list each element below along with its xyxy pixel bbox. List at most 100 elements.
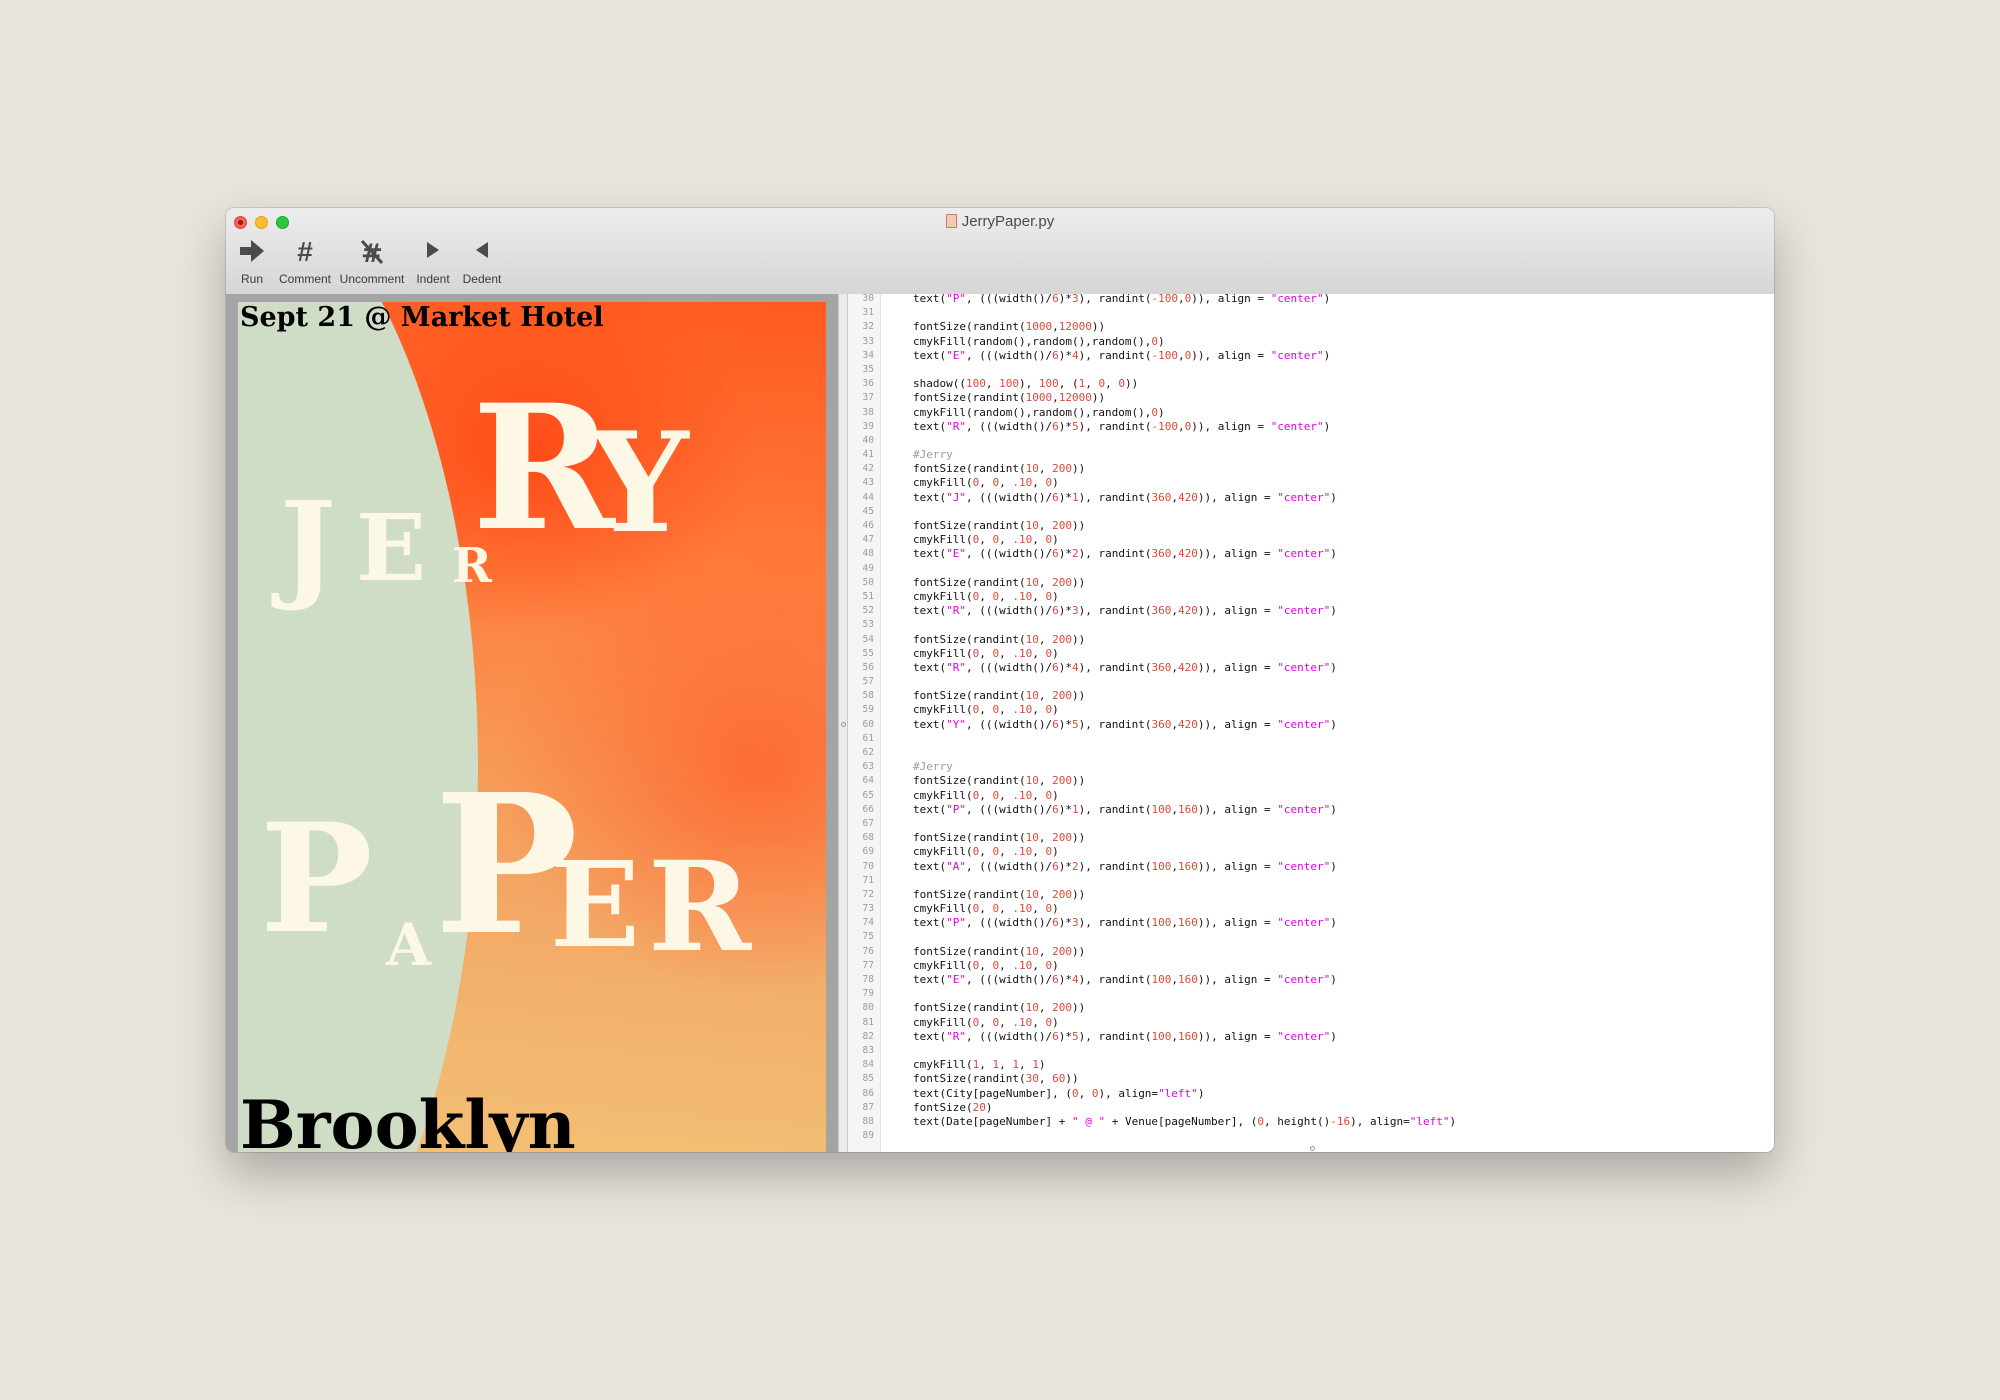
letter-y: Y (590, 401, 689, 564)
code-text: cmykFill(0, 0, .10, 0) (913, 1015, 1059, 1029)
code-text: fontSize(randint(10, 200)) (913, 632, 1086, 646)
code-line[interactable]: 70 text("A", (((width()/6)*2), randint(10… (848, 860, 1774, 874)
code-line[interactable]: 83 (848, 1044, 1774, 1058)
code-line[interactable]: 43 cmykFill(0, 0, .10, 0) (848, 476, 1774, 490)
code-line[interactable]: 85 fontSize(randint(30, 60)) (848, 1072, 1774, 1086)
line-number: 56 (862, 661, 874, 673)
code-line[interactable]: 62 (848, 746, 1774, 760)
code-line[interactable]: 39 text("R", (((width()/6)*5), randint(-1… (848, 420, 1774, 434)
code-line[interactable]: 34 text("E", (((width()/6)*4), randint(-1… (848, 349, 1774, 363)
bottom-split-grip-icon[interactable] (1310, 1146, 1315, 1151)
line-number: 38 (862, 406, 874, 418)
code-line[interactable]: 78 text("E", (((width()/6)*4), randint(10… (848, 973, 1774, 987)
code-line[interactable]: 84 cmykFill(1, 1, 1, 1) (848, 1058, 1774, 1072)
code-line[interactable]: 58 fontSize(randint(10, 200)) (848, 689, 1774, 703)
code-line[interactable]: 72 fontSize(randint(10, 200)) (848, 888, 1774, 902)
code-text: fontSize(randint(10, 200)) (913, 462, 1086, 476)
code-line[interactable]: 42 fontSize(randint(10, 200)) (848, 462, 1774, 476)
code-line[interactable]: 49 (848, 562, 1774, 576)
line-number: 31 (862, 307, 874, 319)
line-number: 51 (862, 590, 874, 602)
line-number: 72 (862, 888, 874, 900)
code-line[interactable]: 82 text("R", (((width()/6)*5), randint(10… (848, 1030, 1774, 1044)
letter-e-right: E (550, 835, 640, 974)
code-text: text("E", (((width()/6)*4), randint(-100… (913, 348, 1331, 362)
code-line[interactable]: 88 text(Date[pageNumber] + " @ " + Venue[… (848, 1115, 1774, 1129)
code-line[interactable]: 77 cmykFill(0, 0, .10, 0) (848, 959, 1774, 973)
code-line[interactable]: 41 #Jerry (848, 448, 1774, 462)
code-line[interactable]: 73 cmykFill(0, 0, .10, 0) (848, 902, 1774, 916)
code-line[interactable]: 54 fontSize(randint(10, 200)) (848, 633, 1774, 647)
code-line[interactable]: 56 text("R", (((width()/6)*4), randint(36… (848, 661, 1774, 675)
run-arrow-icon (234, 238, 270, 266)
line-number: 42 (862, 463, 874, 475)
code-text: cmykFill(0, 0, .10, 0) (913, 646, 1059, 660)
code-line[interactable]: 55 cmykFill(0, 0, .10, 0) (848, 647, 1774, 661)
line-number: 83 (862, 1044, 874, 1056)
run-button[interactable]: Run (234, 238, 270, 286)
line-number: 78 (862, 974, 874, 985)
line-number: 73 (862, 903, 874, 915)
code-line[interactable]: 37 fontSize(randint(1000,12000)) (848, 391, 1774, 405)
line-number: 50 (862, 576, 874, 588)
code-line[interactable]: 57 (848, 675, 1774, 689)
code-text: cmykFill(0, 0, .10, 0) (913, 533, 1059, 547)
code-line[interactable]: 68 fontSize(randint(10, 200)) (848, 831, 1774, 845)
dedent-button[interactable]: Dedent (458, 238, 506, 286)
code-line[interactable]: 45 (848, 505, 1774, 519)
code-line[interactable]: 60 text("Y", (((width()/6)*5), randint(36… (848, 718, 1774, 732)
code-line[interactable]: 74 text("P", (((width()/6)*3), randint(10… (848, 916, 1774, 930)
code-line[interactable]: 31 (848, 306, 1774, 320)
code-line[interactable]: 32 fontSize(randint(1000,12000)) (848, 320, 1774, 334)
code-line[interactable]: 40 (848, 434, 1774, 448)
code-line[interactable]: 81 cmykFill(0, 0, .10, 0) (848, 1016, 1774, 1030)
code-line[interactable]: 47 cmykFill(0, 0, .10, 0) (848, 533, 1774, 547)
code-lines: 30 text("P", (((width()/6)*3), randint(-1… (848, 294, 1774, 1143)
code-line[interactable]: 38 cmykFill(random(),random(),random(),0) (848, 406, 1774, 420)
code-line[interactable]: 63 #Jerry (848, 760, 1774, 774)
code-line[interactable]: 51 cmykFill(0, 0, .10, 0) (848, 590, 1774, 604)
indent-button[interactable]: Indent (412, 238, 454, 286)
line-number: 63 (862, 761, 874, 773)
code-line[interactable]: 64 fontSize(randint(10, 200)) (848, 774, 1774, 788)
code-line[interactable]: 67 (848, 817, 1774, 831)
code-line[interactable]: 48 text("E", (((width()/6)*2), randint(36… (848, 547, 1774, 561)
code-line[interactable]: 75 (848, 930, 1774, 944)
line-number: 59 (862, 704, 874, 716)
code-line[interactable]: 53 (848, 618, 1774, 632)
code-line[interactable]: 36 shadow((100, 100), 100, (1, 0, 0)) (848, 377, 1774, 391)
code-text: text("A", (((width()/6)*2), randint(100,… (913, 859, 1337, 873)
code-text: text("Y", (((width()/6)*5), randint(360,… (913, 717, 1337, 731)
code-line[interactable]: 76 fontSize(randint(10, 200)) (848, 945, 1774, 959)
code-line[interactable]: 71 (848, 874, 1774, 888)
code-line[interactable]: 86 text(City[pageNumber], (0, 0), align="… (848, 1087, 1774, 1101)
code-line[interactable]: 69 cmykFill(0, 0, .10, 0) (848, 845, 1774, 859)
code-line[interactable]: 89 (848, 1129, 1774, 1143)
comment-button[interactable]: # Comment (276, 238, 334, 287)
code-line[interactable]: 61 (848, 732, 1774, 746)
code-line[interactable]: 79 (848, 987, 1774, 1001)
code-line[interactable]: 66 text("P", (((width()/6)*1), randint(10… (848, 803, 1774, 817)
code-line[interactable]: 35 (848, 363, 1774, 377)
line-number: 85 (862, 1073, 874, 1085)
code-line[interactable]: 59 cmykFill(0, 0, .10, 0) (848, 703, 1774, 717)
code-text: #Jerry (913, 760, 953, 774)
letter-p-left: P (260, 791, 373, 967)
code-line[interactable]: 52 text("R", (((width()/6)*3), randint(36… (848, 604, 1774, 618)
uncomment-button[interactable]: # Uncomment (336, 238, 408, 286)
code-line[interactable]: 46 fontSize(randint(10, 200)) (848, 519, 1774, 533)
code-line[interactable]: 65 cmykFill(0, 0, .10, 0) (848, 789, 1774, 803)
line-number: 77 (862, 959, 874, 971)
code-line[interactable]: 30 text("P", (((width()/6)*3), randint(-1… (848, 294, 1774, 306)
line-number: 88 (862, 1115, 874, 1127)
code-text: cmykFill(0, 0, .10, 0) (913, 476, 1059, 490)
code-editor[interactable]: 30 text("P", (((width()/6)*3), randint(-1… (848, 294, 1774, 1152)
line-number: 65 (862, 789, 874, 801)
code-line[interactable]: 87 fontSize(20) (848, 1101, 1774, 1115)
code-line[interactable]: 80 fontSize(randint(10, 200)) (848, 1001, 1774, 1015)
code-text: text("R", (((width()/6)*3), randint(360,… (913, 604, 1337, 618)
code-line[interactable]: 44 text("J", (((width()/6)*1), randint(36… (848, 491, 1774, 505)
code-line[interactable]: 33 cmykFill(random(),random(),random(),0) (848, 335, 1774, 349)
code-line[interactable]: 50 fontSize(randint(10, 200)) (848, 576, 1774, 590)
split-view-divider[interactable] (838, 294, 848, 1152)
